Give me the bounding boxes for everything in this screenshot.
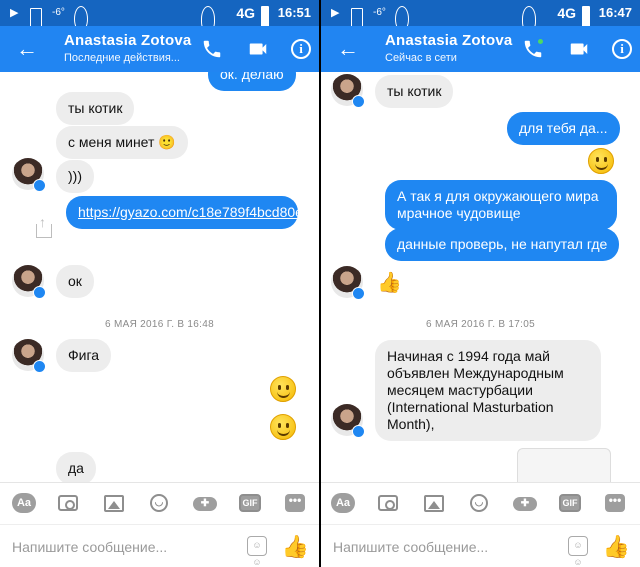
avatar[interactable] bbox=[331, 74, 365, 108]
message-outgoing[interactable]: для тебя да... bbox=[507, 112, 620, 145]
video-camera-icon[interactable] bbox=[568, 38, 590, 60]
avatar[interactable] bbox=[331, 266, 365, 300]
contact-status: Сейчас в сети bbox=[385, 52, 457, 64]
thumbs-up-icon[interactable]: 👍 bbox=[282, 534, 309, 560]
date-separator: 6 МАЯ 2016 Г. В 17:05 bbox=[426, 319, 535, 330]
message-list[interactable]: ок. делаю ты котик с меня минет 🙂 ))) ht… bbox=[0, 72, 319, 482]
message-incoming[interactable]: ))) bbox=[56, 160, 94, 193]
composer-toolbar: Aa ◡ ✚ GIF ••• bbox=[321, 482, 640, 524]
thumbs-up-icon[interactable]: 👍 bbox=[377, 270, 402, 295]
share-icon[interactable] bbox=[36, 215, 52, 238]
chat-screen-right: ▶ -6° 4G 16:47 ← Anastasia Zotova Сейчас… bbox=[321, 0, 640, 567]
video-camera-icon[interactable] bbox=[247, 38, 269, 60]
message-input[interactable] bbox=[333, 537, 543, 557]
date-separator: 6 МАЯ 2016 Г. В 16:48 bbox=[105, 319, 214, 330]
phone-icon[interactable] bbox=[201, 38, 223, 60]
message-incoming[interactable]: ок bbox=[56, 265, 94, 298]
gamepad-icon[interactable]: ✚ bbox=[513, 497, 537, 511]
contact-status: Последние действия... bbox=[64, 52, 180, 64]
text-format-icon[interactable]: Aa bbox=[331, 493, 355, 513]
message-outgoing[interactable]: ок. делаю bbox=[208, 72, 296, 91]
gif-icon[interactable]: GIF bbox=[559, 494, 581, 512]
smile-emoji-icon[interactable] bbox=[270, 414, 296, 440]
message-outgoing[interactable]: данные проверь, не напутал где bbox=[385, 228, 620, 261]
status-bar: ▶ -6° 4G 16:51 bbox=[0, 0, 319, 34]
message-input[interactable] bbox=[12, 537, 222, 557]
network-indicator: 4G bbox=[557, 5, 576, 21]
message-incoming[interactable]: да bbox=[56, 452, 96, 482]
status-bar: ▶ -6° 4G 16:47 bbox=[321, 0, 640, 34]
gif-icon[interactable]: GIF bbox=[239, 494, 261, 512]
message-outgoing[interactable]: А так я для окружающего мира мрачное чуд… bbox=[385, 180, 617, 230]
gallery-icon[interactable] bbox=[424, 495, 444, 512]
sticker-icon[interactable]: ☺☺ bbox=[568, 536, 588, 567]
avatar[interactable] bbox=[12, 158, 46, 192]
avatar[interactable] bbox=[12, 339, 46, 373]
info-icon[interactable]: i bbox=[291, 39, 311, 59]
network-indicator: 4G bbox=[236, 5, 255, 21]
play-icon: ▶ bbox=[10, 7, 19, 19]
image-attachment[interactable] bbox=[517, 448, 611, 482]
thumbs-up-icon[interactable]: 👍 bbox=[603, 534, 630, 560]
gamepad-icon[interactable]: ✚ bbox=[193, 497, 217, 511]
info-icon[interactable]: i bbox=[612, 39, 632, 59]
camera-icon[interactable] bbox=[58, 495, 78, 511]
composer-toolbar: Aa ◡ ✚ GIF ••• bbox=[0, 482, 319, 524]
message-incoming[interactable]: ты котик bbox=[56, 92, 135, 125]
conversation-header: ← Anastasia Zotova Сейчас в сети i bbox=[321, 26, 640, 72]
message-list[interactable]: ты котик для тебя да... А так я для окру… bbox=[321, 72, 640, 482]
smile-emoji-icon[interactable] bbox=[588, 148, 614, 174]
back-arrow-icon[interactable]: ← bbox=[14, 36, 40, 62]
message-link[interactable]: https://gyazo.com/c18e789f4bcd80e678494d… bbox=[66, 196, 319, 229]
emoji-icon[interactable]: ◡ bbox=[150, 494, 168, 512]
contact-name[interactable]: Anastasia Zotova bbox=[385, 32, 512, 49]
more-icon[interactable]: ••• bbox=[285, 494, 305, 512]
temperature: -6° bbox=[373, 7, 386, 18]
avatar[interactable] bbox=[331, 404, 365, 438]
more-icon[interactable]: ••• bbox=[605, 494, 625, 512]
chat-screen-left: ▶ -6° 4G 16:51 ← Anastasia Zotova Послед… bbox=[0, 0, 319, 567]
message-incoming[interactable]: с меня минет 🙂 bbox=[56, 126, 188, 159]
message-incoming[interactable]: Фига bbox=[56, 339, 112, 372]
play-icon: ▶ bbox=[331, 7, 340, 19]
back-arrow-icon[interactable]: ← bbox=[335, 36, 361, 62]
composer: ☺☺ 👍 bbox=[0, 524, 319, 567]
gallery-icon[interactable] bbox=[104, 495, 124, 512]
camera-icon[interactable] bbox=[378, 495, 398, 511]
clock: 16:47 bbox=[598, 5, 632, 20]
text-format-icon[interactable]: Aa bbox=[12, 493, 36, 513]
message-incoming[interactable]: Начиная с 1994 года май объявлен Междуна… bbox=[375, 340, 601, 441]
conversation-header: ← Anastasia Zotova Последние действия...… bbox=[0, 26, 319, 72]
temperature: -6° bbox=[52, 7, 65, 18]
sticker-icon[interactable]: ☺☺ bbox=[247, 536, 267, 567]
message-incoming[interactable]: ты котик bbox=[375, 75, 454, 108]
online-indicator-icon bbox=[537, 38, 544, 45]
contact-name[interactable]: Anastasia Zotova bbox=[64, 32, 191, 49]
composer: ☺☺ 👍 bbox=[321, 524, 640, 567]
avatar[interactable] bbox=[12, 265, 46, 299]
smile-emoji-icon[interactable] bbox=[270, 376, 296, 402]
emoji-icon[interactable]: ◡ bbox=[470, 494, 488, 512]
clock: 16:51 bbox=[277, 5, 311, 20]
